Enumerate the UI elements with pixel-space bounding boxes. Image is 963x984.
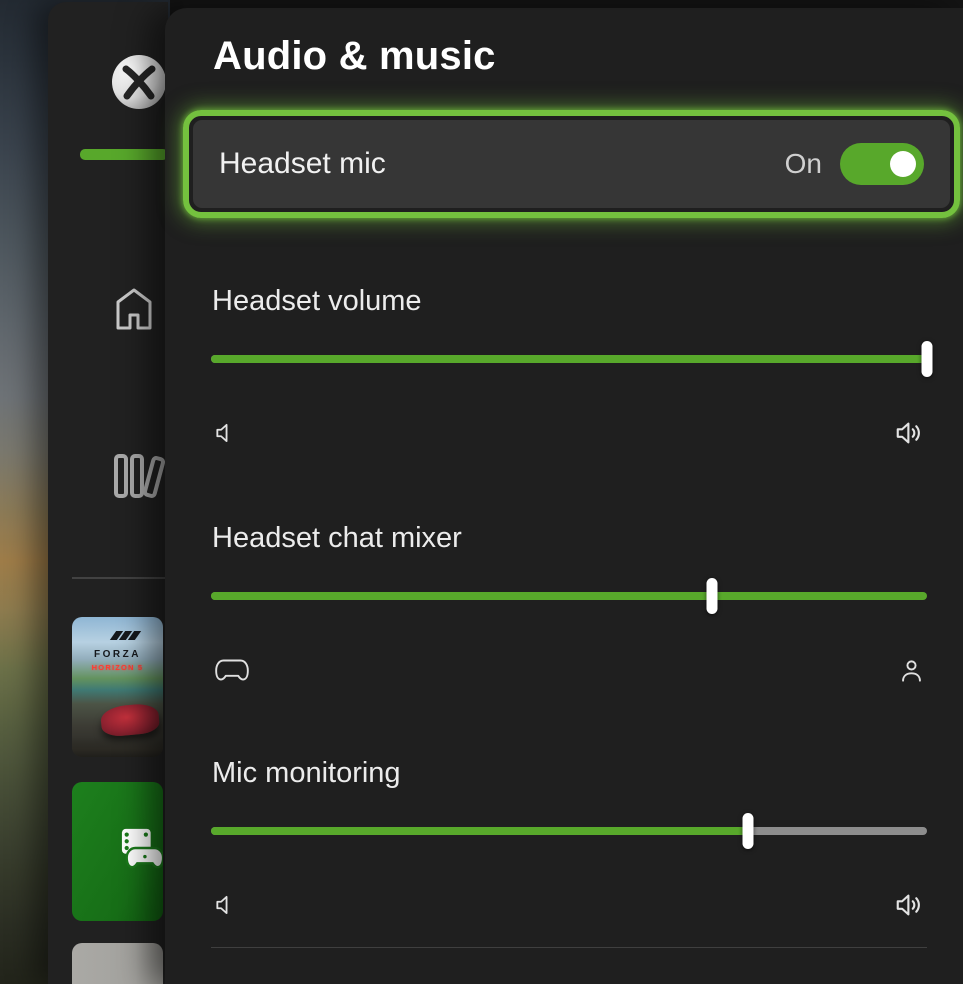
section-divider xyxy=(211,947,927,948)
audio-music-panel: Audio & music Headset mic On Headset vol… xyxy=(165,8,963,984)
capture-tile[interactable] xyxy=(72,782,163,921)
speaker-high-icon xyxy=(893,418,925,448)
mic-monitoring-label: Mic monitoring xyxy=(212,757,401,790)
slider-fill xyxy=(211,592,712,600)
sidebar-divider xyxy=(72,577,165,579)
headset-chat-mixer-section: Headset chat mixer xyxy=(211,522,927,702)
media-controller-icon xyxy=(120,826,163,870)
headset-chat-mixer-slider[interactable] xyxy=(211,592,927,600)
headset-volume-label: Headset volume xyxy=(212,285,422,318)
bottom-partial-tile[interactable] xyxy=(72,943,163,984)
forza-title: FORZA xyxy=(72,649,163,660)
forza-road-art xyxy=(72,737,163,757)
mic-monitoring-slider[interactable] xyxy=(211,827,927,835)
guide-sidebar: FORZA HORIZON 5 xyxy=(48,2,168,984)
forza-logo-icon xyxy=(113,631,138,640)
slider-fill xyxy=(211,355,927,363)
active-tab-indicator xyxy=(80,149,168,160)
forza-car-art xyxy=(100,703,160,738)
toggle-knob xyxy=(890,151,916,177)
forza-subtitle: HORIZON 5 xyxy=(72,663,163,672)
controller-icon xyxy=(213,656,251,684)
screen: FORZA HORIZON 5 Audio & music Headset mi… xyxy=(0,0,963,984)
library-cards-icon[interactable] xyxy=(113,452,171,500)
xbox-logo-icon[interactable] xyxy=(111,54,167,110)
slider-knob[interactable] xyxy=(922,341,933,377)
speaker-low-icon xyxy=(213,891,239,919)
forza-game-tile[interactable]: FORZA HORIZON 5 xyxy=(72,617,163,757)
slider-fill xyxy=(211,827,748,835)
headset-volume-slider[interactable] xyxy=(211,355,927,363)
slider-knob[interactable] xyxy=(743,813,754,849)
panel-title: Audio & music xyxy=(213,34,496,79)
headset-mic-label: Headset mic xyxy=(219,147,386,181)
headset-mic-row[interactable]: Headset mic On xyxy=(193,120,950,208)
speaker-high-icon xyxy=(893,890,925,920)
headset-mic-toggle[interactable] xyxy=(840,143,924,185)
headset-volume-section: Headset volume xyxy=(211,285,927,465)
slider-knob[interactable] xyxy=(707,578,718,614)
headset-mic-focus-ring: Headset mic On xyxy=(183,110,960,218)
mic-monitoring-section: Mic monitoring xyxy=(211,757,927,937)
speaker-low-icon xyxy=(213,419,239,447)
home-icon[interactable] xyxy=(114,283,154,335)
toggle-state-label: On xyxy=(785,148,822,180)
headset-chat-mixer-label: Headset chat mixer xyxy=(212,522,462,555)
person-icon xyxy=(898,656,925,685)
